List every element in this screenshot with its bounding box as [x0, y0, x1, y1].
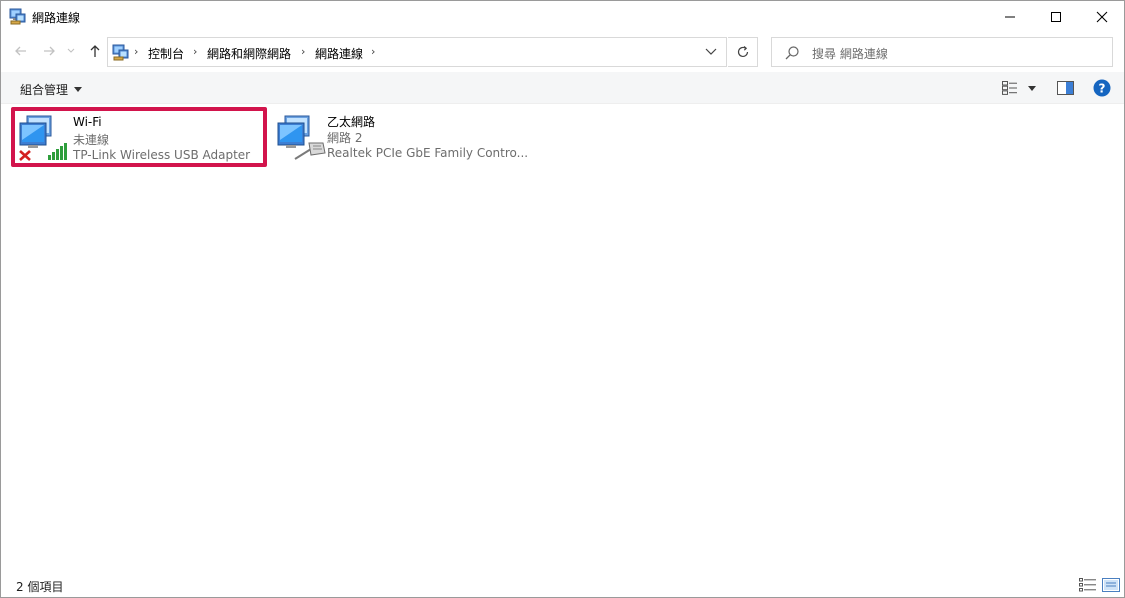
details-view-icon[interactable] [1079, 578, 1097, 592]
breadcrumb-network-internet[interactable]: 網路和網際網路 [207, 45, 291, 62]
maximize-icon [1051, 11, 1061, 22]
svg-text:?: ? [1099, 81, 1106, 95]
view-options-dropdown[interactable] [1028, 79, 1036, 97]
maximize-button[interactable] [1033, 1, 1079, 32]
breadcrumb-separator-icon[interactable]: › [193, 45, 197, 58]
item-count: 2 個項目 [16, 580, 64, 594]
preview-pane-button[interactable] [1057, 79, 1074, 97]
organize-button[interactable]: 組合管理 [20, 81, 83, 98]
connection-status: 網路 2 [327, 131, 363, 145]
view-list-icon [1002, 81, 1017, 95]
breadcrumb-separator-icon[interactable]: › [371, 45, 375, 58]
minimize-icon [1005, 16, 1015, 17]
close-icon [1096, 11, 1108, 22]
chevron-down-icon [67, 48, 75, 53]
back-button[interactable] [11, 41, 31, 61]
search-placeholder: 搜尋 網路連線 [812, 47, 888, 61]
organize-label: 組合管理 [20, 83, 69, 97]
minimize-button[interactable] [987, 1, 1033, 32]
caret-down-icon [1028, 85, 1036, 91]
caret-down-icon [74, 87, 83, 92]
help-icon: ? [1093, 79, 1111, 97]
refresh-button[interactable] [728, 37, 758, 67]
search-input[interactable]: 搜尋 網路連線 [771, 37, 1113, 67]
connection-item-ethernet[interactable]: 乙太網路 網路 2 Realtek PCIe GbE Family Contro… [269, 107, 529, 167]
change-view-button[interactable] [1002, 79, 1018, 97]
command-bar: 組合管理 ? [1, 72, 1124, 104]
breadcrumb-control-panel[interactable]: 控制台 [148, 45, 184, 62]
search-icon [785, 46, 799, 60]
title-bar: 網路連線 [1, 1, 1124, 32]
address-dropdown-icon[interactable] [704, 47, 718, 57]
arrow-left-icon [15, 46, 26, 56]
recent-locations-button[interactable] [64, 41, 78, 61]
help-button[interactable]: ? [1093, 79, 1111, 97]
connection-adapter: TP-Link Wireless USB Adapter [73, 148, 251, 162]
navigation-bar: › 控制台 › 網路和網際網路 › 網路連線 › 搜尋 網路連線 [1, 32, 1124, 72]
refresh-icon [737, 46, 748, 58]
breadcrumb-network-connections[interactable]: 網路連線 [315, 45, 363, 62]
breadcrumb-separator-icon[interactable]: › [134, 45, 138, 58]
connection-name: 乙太網路 [327, 115, 376, 129]
ethernet-icon [277, 115, 326, 160]
forward-button[interactable] [39, 41, 59, 61]
network-connections-icon [9, 8, 26, 25]
connection-adapter: Realtek PCIe GbE Family Contro... [327, 146, 529, 160]
arrow-right-icon [44, 46, 55, 56]
connection-status: 未連線 [73, 133, 110, 147]
status-bar: 2 個項目 [1, 573, 1124, 597]
breadcrumb-separator-icon[interactable]: › [301, 45, 305, 58]
preview-pane-icon [1057, 81, 1074, 95]
window-title: 網路連線 [32, 11, 81, 25]
control-panel-icon [112, 44, 129, 61]
wifi-disconnected-icon [19, 115, 67, 161]
address-bar[interactable]: › 控制台 › 網路和網際網路 › 網路連線 › [107, 37, 727, 67]
up-button[interactable] [85, 41, 105, 61]
connection-item-wifi[interactable]: Wi-Fi 未連線 TP-Link Wireless USB Adapter [11, 107, 267, 167]
network-connections-window: 網路連線 › 控制台 › 網路和網際網路 › 網路連線 › 搜尋 網路連線 組合… [0, 0, 1125, 598]
large-icons-view-icon[interactable] [1102, 578, 1120, 592]
arrow-up-icon [90, 45, 100, 57]
connection-name: Wi-Fi [73, 115, 102, 129]
connections-list: Wi-Fi 未連線 TP-Link Wireless USB Adapter 乙… [1, 105, 1124, 571]
close-button[interactable] [1079, 1, 1125, 32]
